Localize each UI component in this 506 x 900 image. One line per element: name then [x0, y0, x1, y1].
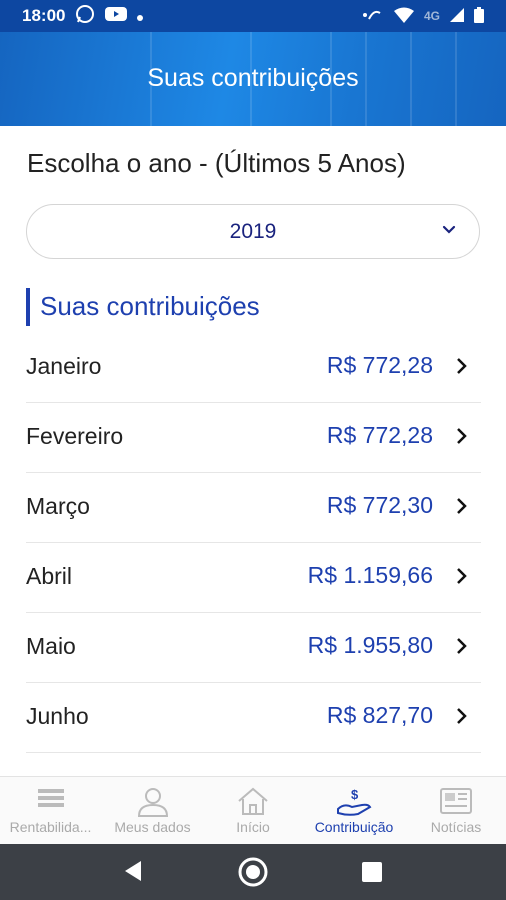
nav-item-rentabilidade[interactable]: Rentabilida... — [0, 777, 101, 845]
nav-item-label: Início — [236, 819, 270, 835]
youtube-icon — [105, 6, 128, 27]
chevron-right-icon — [456, 637, 468, 660]
section-accent-bar — [26, 288, 30, 326]
year-picker-label: Escolha o ano - (Últimos 5 Anos) — [27, 148, 406, 178]
row-amount: R$ 827,70 — [326, 702, 433, 728]
whatsapp-icon — [75, 4, 95, 29]
recents-icon[interactable] — [361, 861, 383, 888]
year-select-value: 2019 — [229, 220, 277, 243]
row-amount: R$ 772,28 — [326, 352, 433, 378]
row-month: Março — [26, 493, 90, 519]
list-icon — [37, 789, 64, 807]
contribution-row[interactable]: Março R$ 772,30 — [26, 473, 481, 543]
call-icon — [362, 7, 384, 26]
nav-item-noticias[interactable]: Notícias — [406, 777, 506, 845]
nav-item-inicio[interactable]: Início — [204, 777, 302, 845]
nav-item-label: Rentabilida... — [9, 819, 92, 835]
chevron-down-icon — [441, 222, 457, 243]
contribution-row[interactable]: Fevereiro R$ 772,28 — [26, 403, 481, 473]
row-amount: R$ 772,28 — [326, 422, 433, 448]
system-nav-bar — [0, 844, 506, 900]
contribution-row[interactable]: Janeiro R$ 772,28 — [26, 333, 481, 403]
status-time: 18:00 — [22, 6, 66, 25]
chevron-right-icon — [456, 497, 468, 520]
contribution-row[interactable]: Junho R$ 827,70 — [26, 683, 481, 753]
nav-item-contribuicao[interactable]: $ Contribuição — [302, 777, 406, 845]
newspaper-icon — [440, 788, 472, 814]
chevron-right-icon — [456, 357, 468, 380]
home-icon — [238, 787, 268, 815]
page-title: Suas contribuições — [147, 64, 359, 92]
back-icon[interactable] — [121, 858, 145, 889]
row-month: Abril — [26, 563, 73, 589]
nav-item-label: Meus dados — [114, 819, 191, 835]
user-icon — [137, 788, 168, 817]
chevron-right-icon — [456, 707, 468, 730]
app-header: Suas contribuições — [0, 32, 506, 126]
row-month: Junho — [26, 703, 89, 729]
notification-dot-icon — [137, 6, 144, 26]
row-month: Janeiro — [26, 353, 102, 379]
nav-item-label: Contribuição — [314, 819, 394, 835]
status-bar: 18:00 4G — [0, 0, 506, 32]
contribution-row[interactable]: Maio R$ 1.955,80 — [26, 613, 481, 683]
contribution-row[interactable]: Abril R$ 1.159,66 — [26, 543, 481, 613]
row-month: Maio — [26, 633, 76, 659]
section-title: Suas contribuições — [40, 291, 260, 321]
hand-money-icon: $ — [337, 787, 372, 816]
network-type: 4G — [423, 9, 440, 23]
row-amount: R$ 1.955,80 — [307, 632, 433, 658]
nav-item-meus-dados[interactable]: Meus dados — [101, 777, 204, 845]
chevron-right-icon — [456, 427, 468, 450]
battery-icon — [474, 6, 484, 26]
row-amount: R$ 772,30 — [326, 492, 433, 518]
svg-text:$: $ — [351, 787, 359, 802]
signal-icon — [450, 7, 464, 25]
chevron-right-icon — [456, 567, 468, 590]
row-amount: R$ 1.159,66 — [307, 562, 433, 588]
bottom-nav: Rentabilida... Meus dados Início $ Contr… — [0, 776, 506, 845]
year-select[interactable]: 2019 — [26, 204, 480, 259]
home-button-icon[interactable] — [237, 856, 269, 893]
row-month: Fevereiro — [26, 423, 124, 449]
nav-item-label: Notícias — [430, 819, 482, 835]
wifi-icon — [393, 7, 414, 26]
